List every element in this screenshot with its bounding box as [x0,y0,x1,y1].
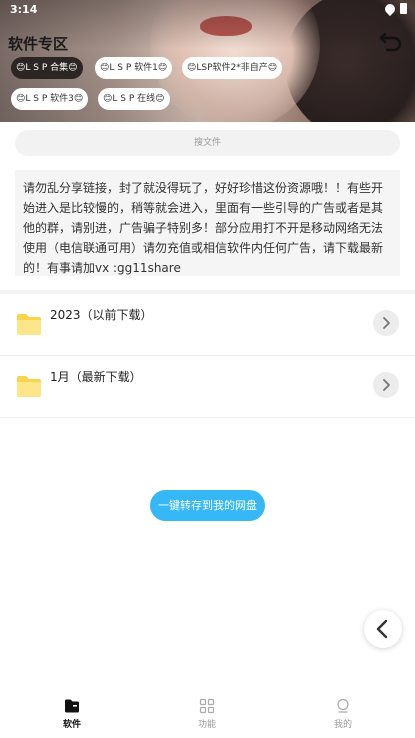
undo-back-icon[interactable] [379,30,403,52]
save-to-drive-button[interactable]: 一键转存到我的网盘 [150,490,265,521]
floating-back-button[interactable] [364,610,402,648]
user-icon [337,698,349,713]
folder-name: 2023（以前下载） [50,308,153,322]
search-input[interactable]: 搜文件 [15,130,400,156]
tab-software[interactable]: 软件 [42,698,102,730]
tag-lsp-software-3[interactable]: 😊L S P 软件3😊 [11,88,89,110]
notice-text: 请勿乱分享链接，封了就没得玩了，好好珍惜这份资源哦！！有些开始进入是比较慢的，稍… [15,170,400,276]
page-title: 软件专区 [8,35,69,53]
tag-lsp-software-1[interactable]: 😊L S P 软件1😊 [95,57,173,79]
status-time: 3:14 [10,3,38,16]
folder-tab-icon [65,699,79,713]
header-banner: 3:14 软件专区 😊L S P 合集😊 😊L S P 软件1😊 😊LSP软件2… [0,0,415,122]
tab-mine[interactable]: 我的 [313,698,373,730]
tab-label: 软件 [62,720,81,730]
tag-lsp-software-2[interactable]: 😊LSP软件2*非自产😊 [182,57,283,79]
battery-icon [400,3,407,14]
chevron-right-icon[interactable] [373,372,399,398]
folder-name: 1月（最新下载） [50,370,142,384]
folder-icon [17,376,41,397]
folder-item-january[interactable]: 1月（最新下载） [0,356,415,418]
tab-label: 我的 [333,720,352,730]
tab-label: 功能 [197,720,216,730]
folder-item-2023[interactable]: 2023（以前下载） [0,294,415,356]
tag-lsp-online[interactable]: 😊L S P 在线😊 [98,88,170,110]
folder-icon [17,314,41,335]
chevron-right-icon[interactable] [373,310,399,336]
tab-features[interactable]: 功能 [177,698,237,730]
wifi-icon [382,1,398,16]
bottom-tab-bar: 软件 功能 我的 [0,690,415,738]
status-icons [382,1,407,16]
tag-lsp-collection[interactable]: 😊L S P 合集😊 [11,57,83,79]
grid-icon [199,698,215,714]
